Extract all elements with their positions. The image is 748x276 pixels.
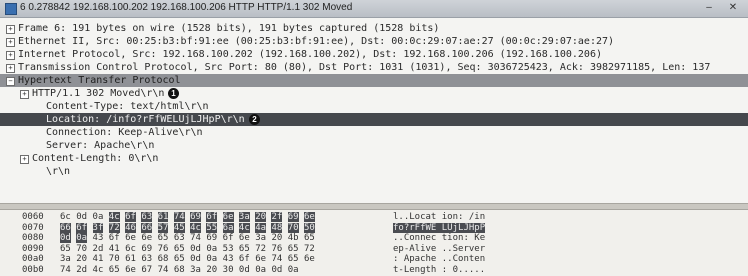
title-bar: 6 0.278842 192.168.100.202 192.168.100.2… (0, 0, 748, 18)
tree-row[interactable]: + HTTP/1.1 302 Moved\r\n 1 (0, 87, 748, 100)
hex-ascii: ..Connec tion: Ke (393, 233, 486, 243)
callout-badge: 1 (168, 88, 179, 99)
tree-row-label: Transmission Control Protocol, Src Port:… (18, 62, 711, 73)
tree-row-label: Frame 6: 191 bytes on wire (1528 bits), … (18, 23, 440, 34)
tree-row-label: Location: /info?rFfWELUjLJHpP\r\n (46, 114, 245, 125)
tree-row[interactable]: + Ethernet II, Src: 00:25:b3:bf:91:ee (00… (0, 35, 748, 48)
tree-row[interactable]: Content-Type: text/html\r\n (0, 100, 748, 113)
hex-ascii: fo?rFfWE LUjLJHpP (393, 222, 486, 233)
callout-badge: 2 (249, 114, 260, 125)
tree-row[interactable]: Location: /info?rFfWELUjLJHpP\r\n 2 (0, 113, 748, 126)
hex-offset: 0080 (22, 233, 44, 243)
hex-ascii: ep-Alive ..Server (393, 243, 486, 254)
hex-bytes: 3a 20 41 70 61 63 68 65 0d 0a 43 6f 6e 7… (60, 254, 315, 264)
hex-offset: 0070 (22, 222, 44, 233)
hex-bytes: 65 70 2d 41 6c 69 76 65 0d 0a 53 65 72 7… (60, 243, 315, 254)
app-icon (5, 3, 17, 15)
tree-row-label: Content-Length: 0\r\n (32, 153, 159, 164)
hex-row[interactable]: 0070 66 6f 3f 72 46 66 57 45 4c 55 6a 4c … (0, 222, 748, 233)
protocol-tree: + Frame 6: 191 bytes on wire (1528 bits),… (0, 18, 748, 203)
hex-row[interactable]: 00b0 74 2d 4c 65 6e 67 74 68 3a 20 30 0d … (0, 265, 748, 275)
hex-row[interactable]: 0060 6c 0d 0a 4c 6f 63 61 74 69 6f 6e 3a … (0, 212, 748, 222)
hex-offset: 0060 (22, 212, 44, 222)
tree-row-label: Server: Apache\r\n (46, 140, 155, 151)
tree-row-label: Ethernet II, Src: 00:25:b3:bf:91:ee (00:… (18, 36, 615, 47)
hex-bytes: 74 2d 4c 65 6e 67 74 68 3a 20 30 0d 0a 0… (60, 264, 299, 275)
packet-details-window: 6 0.278842 192.168.100.202 192.168.100.2… (0, 0, 748, 276)
tree-row-label: \r\n (46, 166, 71, 177)
hex-ascii: l..Locat ion: /in (393, 212, 486, 222)
tree-row-label: Internet Protocol, Src: 192.168.100.202 … (18, 49, 602, 60)
tree-row[interactable]: \r\n (0, 165, 748, 178)
tree-row-label: Connection: Keep-Alive\r\n (46, 127, 203, 138)
expand-icon[interactable]: + (20, 90, 29, 99)
hex-ascii: t-Length : 0..... (393, 264, 486, 275)
tree-row[interactable]: Server: Apache\r\n (0, 139, 748, 152)
hex-bytes: 6c 0d 0a 4c 6f 63 61 74 69 6f 6e 3a 20 2… (60, 212, 315, 222)
hex-offset: 00b0 (22, 264, 44, 275)
hex-row[interactable]: 0080 0d 0a 43 6f 6e 6e 65 63 74 69 6f 6e … (0, 233, 748, 243)
window-title: 6 0.278842 192.168.100.202 192.168.100.2… (20, 2, 353, 13)
expand-icon[interactable]: + (6, 25, 15, 34)
hex-ascii: : Apache ..Conten (393, 254, 486, 264)
expand-icon[interactable]: + (20, 155, 29, 164)
tree-row-label: Content-Type: text/html\r\n (46, 101, 209, 112)
tree-row[interactable]: + Content-Length: 0\r\n (0, 152, 748, 165)
tree-row[interactable]: + Internet Protocol, Src: 192.168.100.202… (0, 48, 748, 61)
expand-icon[interactable]: + (6, 64, 15, 73)
hex-offset: 00a0 (22, 254, 44, 264)
minimize-button[interactable]: – (700, 2, 718, 14)
tree-row[interactable]: + Frame 6: 191 bytes on wire (1528 bits),… (0, 22, 748, 35)
expand-icon[interactable]: + (6, 51, 15, 60)
close-button[interactable]: ✕ (724, 2, 742, 14)
tree-row-label: Hypertext Transfer Protocol (18, 75, 181, 86)
tree-row-label: HTTP/1.1 302 Moved\r\n (32, 88, 165, 99)
hex-offset: 0090 (22, 243, 44, 254)
hex-row[interactable]: 00a0 3a 20 41 70 61 63 68 65 0d 0a 43 6f … (0, 254, 748, 264)
tree-row[interactable]: + Transmission Control Protocol, Src Port… (0, 61, 748, 74)
hex-bytes: 66 6f 3f 72 46 66 57 45 4c 55 6a 4c 4a 4… (60, 222, 315, 233)
tree-row[interactable]: − Hypertext Transfer Protocol (0, 74, 748, 87)
expand-icon[interactable]: + (6, 38, 15, 47)
hex-row[interactable]: 0090 65 70 2d 41 6c 69 76 65 0d 0a 53 65 … (0, 244, 748, 254)
collapse-icon[interactable]: − (6, 77, 15, 86)
hex-dump-pane: 0060 6c 0d 0a 4c 6f 63 61 74 69 6f 6e 3a … (0, 210, 748, 276)
pane-splitter[interactable] (0, 203, 748, 210)
hex-bytes: 0d 0a 43 6f 6e 6e 65 63 74 69 6f 6e 3a 2… (60, 233, 315, 243)
tree-row[interactable]: Connection: Keep-Alive\r\n (0, 126, 748, 139)
